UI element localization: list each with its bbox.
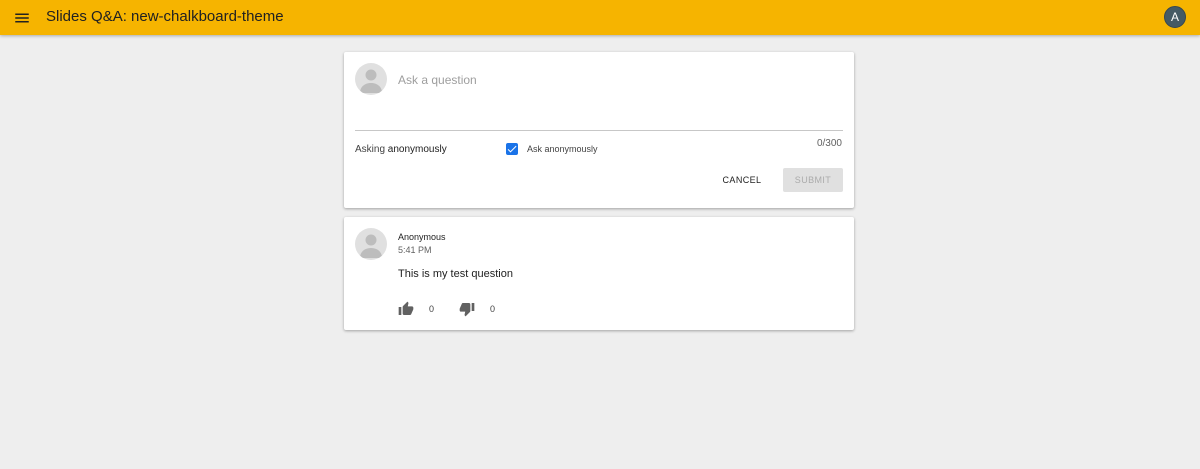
upvote-count: 0 [429, 304, 435, 314]
ask-anonymously-checkbox[interactable] [506, 143, 518, 155]
avatar [355, 63, 387, 95]
input-underline [355, 130, 843, 131]
downvote-count: 0 [490, 304, 496, 314]
thumb-down-icon [459, 303, 475, 317]
avatar [355, 228, 387, 260]
thumb-up-icon [398, 301, 414, 315]
asking-mode: anonymously [387, 144, 447, 155]
menu-icon [15, 13, 29, 23]
question-text: This is my test question [398, 268, 513, 280]
asking-prefix: Asking [355, 144, 386, 155]
account-avatar[interactable]: A [1164, 6, 1186, 28]
person-icon [360, 69, 382, 93]
downvote-button[interactable] [459, 301, 475, 317]
question-timestamp: 5:41 PM [398, 245, 432, 255]
upvote-button[interactable] [398, 301, 414, 317]
asking-mode-label: Asking anonymously [355, 144, 447, 155]
ask-anonymously-label[interactable]: Ask anonymously [527, 144, 598, 154]
question-input[interactable] [398, 68, 838, 128]
cancel-button[interactable]: CANCEL [708, 168, 776, 192]
submit-button[interactable]: SUBMIT [783, 168, 843, 192]
top-app-bar: Slides Q&A: new-chalkboard-theme A [0, 0, 1200, 35]
question-card: Anonymous 5:41 PM This is my test questi… [344, 217, 854, 330]
menu-button[interactable] [13, 9, 31, 27]
check-icon [507, 145, 517, 153]
question-author: Anonymous [398, 232, 446, 242]
character-counter: 0/300 [816, 138, 842, 149]
page-title: Slides Q&A: new-chalkboard-theme [46, 8, 284, 25]
ask-question-card: 0/300 Asking anonymously Ask anonymously… [344, 52, 854, 208]
person-icon [360, 234, 382, 258]
